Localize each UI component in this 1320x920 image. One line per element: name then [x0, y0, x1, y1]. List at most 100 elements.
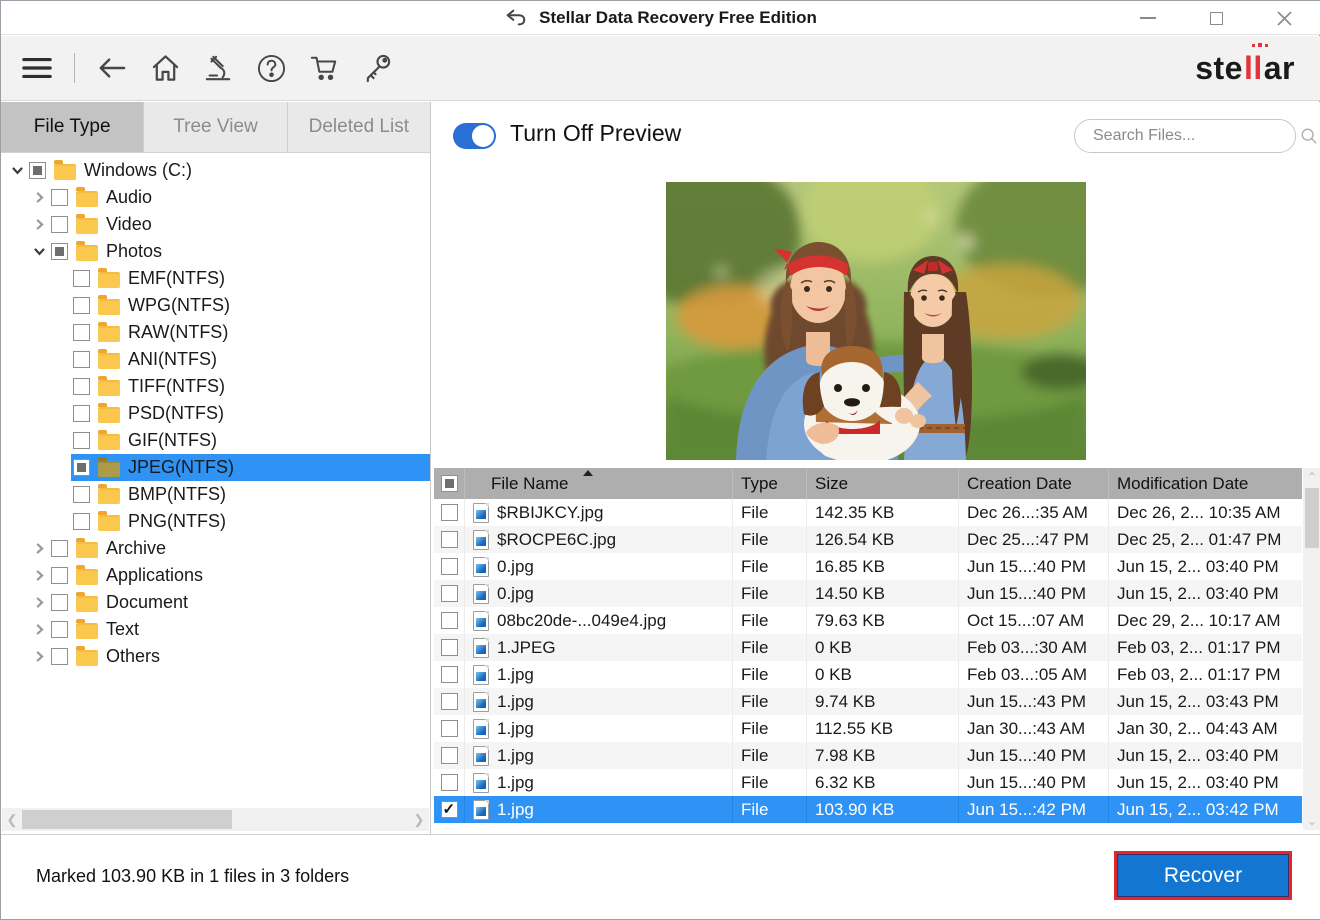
chevron-down-icon[interactable]	[29, 244, 49, 260]
tab-file-type[interactable]: File Type	[1, 102, 144, 152]
checkbox-empty[interactable]	[441, 639, 458, 656]
table-row[interactable]: 1.jpgFile7.98 KBJun 15...:40 PMJun 15, 2…	[434, 742, 1302, 769]
tree-item[interactable]: Video	[1, 211, 430, 238]
table-row[interactable]: 0.jpgFile16.85 KBJun 15...:40 PMJun 15, …	[434, 553, 1302, 580]
scroll-up-icon[interactable]: ⌃	[1303, 468, 1320, 486]
tree-item[interactable]: GIF(NTFS)	[1, 427, 430, 454]
checkbox-partial[interactable]	[73, 459, 90, 476]
table-row[interactable]: 08bc20de-...049e4.jpgFile79.63 KBOct 15.…	[434, 607, 1302, 634]
checkbox-empty[interactable]	[441, 558, 458, 575]
chevron-right-icon[interactable]	[29, 541, 49, 557]
checkbox-empty[interactable]	[441, 747, 458, 764]
scroll-left-icon[interactable]: ❮	[2, 808, 22, 831]
column-header-modification-date[interactable]: Modification Date	[1108, 468, 1302, 499]
checkbox-empty[interactable]	[441, 693, 458, 710]
checkbox-empty[interactable]	[441, 585, 458, 602]
minimize-button[interactable]	[1133, 3, 1163, 33]
tree-item[interactable]: Audio	[1, 184, 430, 211]
checkbox-empty[interactable]	[441, 531, 458, 548]
tree-item[interactable]: JPEG(NTFS)	[1, 454, 430, 481]
scroll-down-icon[interactable]: ⌄	[1303, 812, 1320, 830]
cart-icon[interactable]	[308, 52, 340, 84]
checkbox-empty[interactable]	[51, 567, 68, 584]
horizontal-scrollbar[interactable]: ❮ ❯	[2, 808, 429, 831]
table-row[interactable]: 1.jpgFile0 KBFeb 03...:05 AMFeb 03, 2...…	[434, 661, 1302, 688]
tab-tree-view[interactable]: Tree View	[144, 102, 287, 152]
key-icon[interactable]	[361, 52, 393, 84]
chevron-right-icon[interactable]	[29, 622, 49, 638]
search-input[interactable]	[1093, 127, 1300, 145]
close-button[interactable]	[1269, 3, 1299, 33]
checkbox-partial[interactable]	[441, 475, 458, 492]
tree-item[interactable]: PNG(NTFS)	[1, 508, 430, 535]
maximize-button[interactable]	[1201, 3, 1231, 33]
checkbox-empty[interactable]	[73, 486, 90, 503]
checkbox-empty[interactable]	[51, 648, 68, 665]
checkbox-empty[interactable]	[51, 594, 68, 611]
checkbox-empty[interactable]	[441, 612, 458, 629]
search-box[interactable]	[1074, 119, 1296, 153]
checkbox-empty[interactable]	[73, 513, 90, 530]
tab-deleted-list[interactable]: Deleted List	[288, 102, 430, 152]
chevron-down-icon[interactable]	[7, 163, 27, 179]
checkbox-partial[interactable]	[51, 243, 68, 260]
column-header-type[interactable]: Type	[732, 468, 806, 499]
home-icon[interactable]	[149, 52, 181, 84]
preview-toggle[interactable]	[453, 123, 496, 149]
microscope-icon[interactable]	[202, 52, 234, 84]
checkbox-empty[interactable]	[73, 405, 90, 422]
tree-item[interactable]: Photos	[1, 238, 430, 265]
table-row[interactable]: 1.jpgFile6.32 KBJun 15...:40 PMJun 15, 2…	[434, 769, 1302, 796]
tree-item[interactable]: PSD(NTFS)	[1, 400, 430, 427]
help-icon[interactable]	[255, 52, 287, 84]
column-header-file-name[interactable]: File Name	[464, 468, 732, 499]
scrollbar-thumb[interactable]	[22, 810, 232, 829]
chevron-right-icon[interactable]	[29, 190, 49, 206]
header-select-all[interactable]	[434, 468, 464, 499]
checkbox-empty[interactable]	[51, 540, 68, 557]
checkbox-empty[interactable]	[441, 666, 458, 683]
tree-item[interactable]: BMP(NTFS)	[1, 481, 430, 508]
checkbox-empty[interactable]	[73, 270, 90, 287]
chevron-right-icon[interactable]	[29, 649, 49, 665]
table-row[interactable]: 1.jpgFile9.74 KBJun 15...:43 PMJun 15, 2…	[434, 688, 1302, 715]
checkbox-checked[interactable]	[441, 801, 458, 818]
checkbox-empty[interactable]	[73, 351, 90, 368]
checkbox-empty[interactable]	[51, 189, 68, 206]
tree-item[interactable]: Windows (C:)	[1, 157, 430, 184]
tree-item[interactable]: TIFF(NTFS)	[1, 373, 430, 400]
back-icon[interactable]	[96, 52, 128, 84]
table-row[interactable]: $RBIJKCY.jpgFile142.35 KBDec 26...:35 AM…	[434, 499, 1302, 526]
tree-item[interactable]: RAW(NTFS)	[1, 319, 430, 346]
checkbox-empty[interactable]	[441, 504, 458, 521]
table-row[interactable]: 1.JPEGFile0 KBFeb 03...:30 AMFeb 03, 2..…	[434, 634, 1302, 661]
checkbox-partial[interactable]	[29, 162, 46, 179]
tree-item[interactable]: Applications	[1, 562, 430, 589]
tree-item[interactable]: Archive	[1, 535, 430, 562]
checkbox-empty[interactable]	[51, 621, 68, 638]
checkbox-empty[interactable]	[73, 378, 90, 395]
table-row[interactable]: $ROCPE6C.jpgFile126.54 KBDec 25...:47 PM…	[434, 526, 1302, 553]
scrollbar-thumb[interactable]	[1305, 488, 1319, 548]
vertical-scrollbar[interactable]: ⌃ ⌄	[1303, 468, 1320, 830]
tree-item[interactable]: Others	[1, 643, 430, 670]
column-header-size[interactable]: Size	[806, 468, 958, 499]
column-header-creation-date[interactable]: Creation Date	[958, 468, 1108, 499]
chevron-right-icon[interactable]	[29, 217, 49, 233]
checkbox-empty[interactable]	[441, 774, 458, 791]
tree-item[interactable]: WPG(NTFS)	[1, 292, 430, 319]
recover-button[interactable]: Recover	[1114, 851, 1292, 900]
checkbox-empty[interactable]	[73, 297, 90, 314]
menu-icon[interactable]	[21, 52, 53, 84]
tree-item[interactable]: Document	[1, 589, 430, 616]
chevron-right-icon[interactable]	[29, 568, 49, 584]
scroll-right-icon[interactable]: ❯	[409, 808, 429, 831]
tree-item[interactable]: Text	[1, 616, 430, 643]
checkbox-empty[interactable]	[51, 216, 68, 233]
table-row[interactable]: 1.jpgFile112.55 KBJan 30...:43 AMJan 30,…	[434, 715, 1302, 742]
table-row[interactable]: 1.jpgFile103.90 KBJun 15...:42 PMJun 15,…	[434, 796, 1302, 823]
table-row[interactable]: 0.jpgFile14.50 KBJun 15...:40 PMJun 15, …	[434, 580, 1302, 607]
checkbox-empty[interactable]	[441, 720, 458, 737]
checkbox-empty[interactable]	[73, 324, 90, 341]
tree-item[interactable]: EMF(NTFS)	[1, 265, 430, 292]
